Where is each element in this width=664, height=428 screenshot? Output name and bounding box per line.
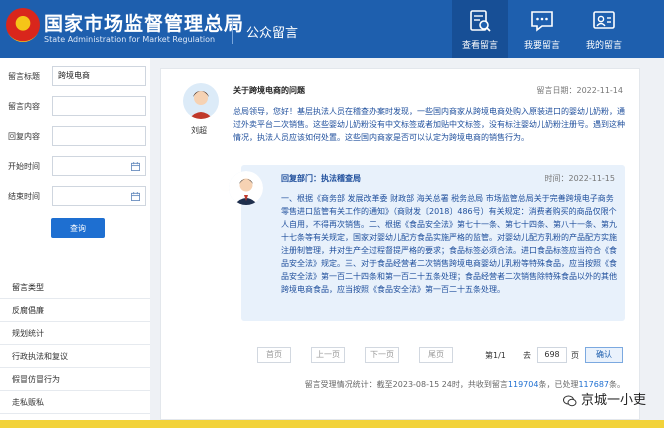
reply-time: 时间：2022-11-15 — [544, 174, 616, 183]
person-avatar-icon — [183, 83, 219, 119]
category-item[interactable]: 行政执法和复议 — [0, 345, 150, 368]
filter-content-row: 留言内容 — [8, 96, 148, 116]
last-page-button[interactable]: 尾页 — [419, 347, 453, 363]
nav-my-messages-label: 我的留言 — [585, 41, 622, 51]
filter-reply-row: 回复内容 — [8, 126, 148, 146]
site-title[interactable]: 国家市场监督管理总局 — [44, 9, 244, 36]
message-title: 关于跨境电商的问题 — [233, 86, 305, 95]
prev-page-button[interactable]: 上一页 — [311, 347, 345, 363]
stats-received-count: 119704 — [507, 380, 539, 389]
reply-box: 回复部门：执法稽查局 时间：2022-11-15 一、根据《商务部 发展改革委 … — [229, 165, 625, 321]
nav-my-messages[interactable]: 我的留言 — [576, 0, 632, 58]
query-button[interactable]: 查询 — [51, 218, 105, 238]
message-body: 总局领导，您好！基层执法人员在稽查办案时发现，一些国内商家从跨境电商处购入原装进… — [233, 107, 625, 142]
national-emblem-icon — [6, 8, 40, 42]
filter-start-row: 开始时间 — [8, 156, 148, 176]
page-unit: 页 — [571, 351, 579, 360]
filter-content-input[interactable] — [52, 96, 146, 116]
filter-panel: 留言标题 跨境电商 留言内容 回复内容 开始时间 结束时间 查询 留言类型 反腐… — [0, 58, 150, 428]
calendar-icon[interactable] — [131, 162, 140, 171]
filter-end-row: 结束时间 — [8, 186, 148, 206]
filter-end-input[interactable] — [52, 186, 146, 206]
reply-department: 回复部门：执法稽查局 — [281, 174, 361, 183]
category-header: 留言类型 — [0, 276, 150, 299]
section-title: 公众留言 — [246, 26, 299, 41]
write-message-icon — [531, 11, 553, 32]
site-header: 国家市场监督管理总局 State Administration for Mark… — [0, 0, 664, 58]
filter-start-input[interactable] — [52, 156, 146, 176]
message-panel: 刘超 关于跨境电商的问题 留言日期：2022-11-14 总局领导，您好！基层执… — [160, 68, 640, 420]
category-list: 留言类型 反腐倡廉 规划统计 行政执法和复议 假冒仿冒行为 走私贩私 — [0, 276, 150, 414]
message-date: 留言日期：2022-11-14 — [536, 86, 624, 95]
filter-reply-label: 回复内容 — [8, 132, 40, 141]
filter-title-label: 留言标题 — [8, 72, 40, 81]
category-item[interactable]: 走私贩私 — [0, 391, 150, 414]
stats-suffix: 条。 — [609, 380, 625, 389]
category-item[interactable]: 反腐倡廉 — [0, 299, 150, 322]
filter-end-label: 结束时间 — [8, 192, 40, 201]
confirm-page-button[interactable]: 确认 — [585, 347, 623, 363]
first-page-button[interactable]: 首页 — [257, 347, 291, 363]
category-item[interactable]: 假冒仿冒行为 — [0, 368, 150, 391]
nav-view-messages-label: 查看留言 — [461, 41, 498, 51]
stats-prefix: 留言受理情况统计：截至2023-08-15 24时，共收到留言 — [304, 380, 508, 389]
official-avatar-icon — [229, 171, 263, 205]
bottom-bar — [0, 420, 664, 428]
site-subtitle: State Administration for Market Regulati… — [44, 35, 216, 44]
calendar-icon[interactable] — [131, 192, 140, 201]
watermark: 京城一小吏 — [562, 389, 646, 408]
page-info: 第1/1 — [485, 351, 506, 360]
watermark-text: 京城一小吏 — [580, 393, 646, 408]
header-divider — [232, 18, 233, 44]
next-page-button[interactable]: 下一页 — [365, 347, 399, 363]
filter-content-label: 留言内容 — [8, 102, 40, 111]
filter-title-input[interactable]: 跨境电商 — [52, 66, 146, 86]
author-avatar — [183, 83, 219, 119]
nav-write-message-label: 我要留言 — [523, 41, 560, 51]
reply-body: 一、根据《商务部 发展改革委 财政部 海关总署 税务总局 市场监管总局关于完善跨… — [281, 194, 617, 294]
nav-view-messages[interactable]: 查看留言 — [452, 0, 508, 58]
reply-avatar — [229, 171, 263, 205]
wechat-icon — [562, 395, 577, 406]
nav-write-message[interactable]: 我要留言 — [514, 0, 570, 58]
filter-reply-input[interactable] — [52, 126, 146, 146]
filter-start-label: 开始时间 — [8, 162, 40, 171]
view-message-icon — [470, 10, 491, 32]
stats-mid: 条，已处理 — [538, 380, 579, 389]
category-item[interactable]: 规划统计 — [0, 322, 150, 345]
goto-label: 去 — [523, 351, 531, 360]
filter-title-row: 留言标题 跨境电商 — [8, 66, 148, 86]
my-message-icon — [593, 11, 615, 29]
stats-processed-count: 117687 — [578, 380, 609, 389]
goto-page-input[interactable]: 698 — [537, 347, 567, 363]
author-name: 刘超 — [191, 126, 207, 135]
pagination: 首页 上一页 下一页 尾页 第1/1 去 698 页 确认 — [257, 347, 629, 363]
